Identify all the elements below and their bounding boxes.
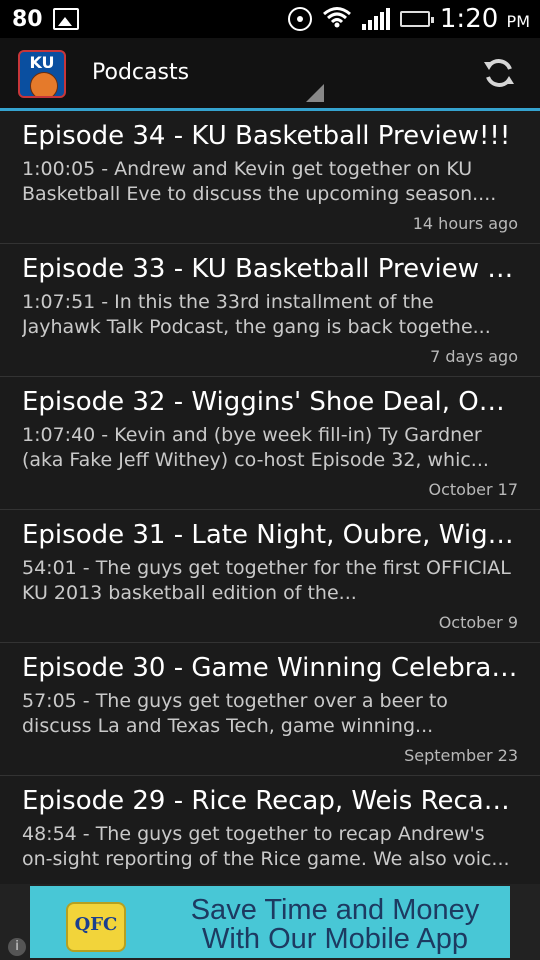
qfc-logo-text: QFC — [74, 914, 118, 935]
list-item[interactable]: Episode 31 - Late Night, Oubre, Wiggins.… — [0, 510, 540, 643]
episode-description: 1:07:40 - Kevin and (bye week fill-in) T… — [22, 424, 489, 471]
ku-logo[interactable]: KU — [18, 50, 66, 98]
battery-icon — [399, 11, 434, 27]
list-item[interactable]: Episode 30 - Game Winning Celebration...… — [0, 643, 540, 776]
episode-date: October 9 — [438, 613, 518, 632]
logo-text: KU — [29, 53, 55, 72]
episode-date: October 17 — [428, 480, 518, 499]
episode-title: Episode 30 - Game Winning Celebration... — [22, 653, 518, 683]
wifi-icon — [322, 6, 352, 32]
episode-list: Episode 34 - KU Basketball Preview!!! 1:… — [0, 111, 540, 909]
list-item[interactable]: Episode 33 - KU Basketball Preview Pre..… — [0, 244, 540, 377]
page-title[interactable]: Podcasts — [92, 60, 189, 85]
ad-banner-area: QFC Save Time and Money With Our Mobile … — [0, 884, 540, 960]
episode-date: September 23 — [404, 746, 518, 765]
episode-description: 54:01 - The guys get together for the fi… — [22, 557, 511, 604]
ad-info-icon[interactable]: i — [8, 938, 26, 956]
refresh-icon[interactable] — [482, 56, 516, 90]
clock: 1:20 PM — [439, 4, 530, 34]
battery-level-text: 80 — [12, 6, 43, 32]
episode-description: 1:07:51 - In this the 33rd installment o… — [22, 291, 491, 338]
dropdown-indicator-icon[interactable] — [306, 84, 324, 102]
ad-banner[interactable]: QFC Save Time and Money With Our Mobile … — [30, 886, 510, 958]
image-icon — [52, 8, 79, 30]
signal-icon — [361, 8, 390, 30]
list-item[interactable]: Episode 32 - Wiggins' Shoe Deal, Okafo..… — [0, 377, 540, 510]
gps-icon — [287, 7, 312, 31]
episode-description: 57:05 - The guys get together over a bee… — [22, 690, 448, 737]
action-bar: KU Podcasts — [0, 38, 540, 111]
episode-date: 7 days ago — [430, 347, 518, 366]
list-item[interactable]: Episode 34 - KU Basketball Preview!!! 1:… — [0, 111, 540, 244]
episode-description: 48:54 - The guys get together to recap A… — [22, 823, 510, 870]
episode-title: Episode 31 - Late Night, Oubre, Wiggins.… — [22, 520, 518, 550]
status-bar: 80 1:20 PM — [0, 0, 540, 38]
episode-title: Episode 29 - Rice Recap, Weis Recap, B..… — [22, 786, 518, 816]
episode-title: Episode 32 - Wiggins' Shoe Deal, Okafo..… — [22, 387, 518, 417]
episode-date: 14 hours ago — [412, 214, 518, 233]
qfc-logo: QFC — [66, 902, 126, 952]
episode-title: Episode 34 - KU Basketball Preview!!! — [22, 121, 511, 151]
episode-title: Episode 33 - KU Basketball Preview Pre..… — [22, 254, 518, 284]
basketball-icon — [30, 72, 58, 96]
episode-description: 1:00:05 - Andrew and Kevin get together … — [22, 158, 497, 205]
ad-text-line2: With Our Mobile App — [202, 923, 468, 955]
